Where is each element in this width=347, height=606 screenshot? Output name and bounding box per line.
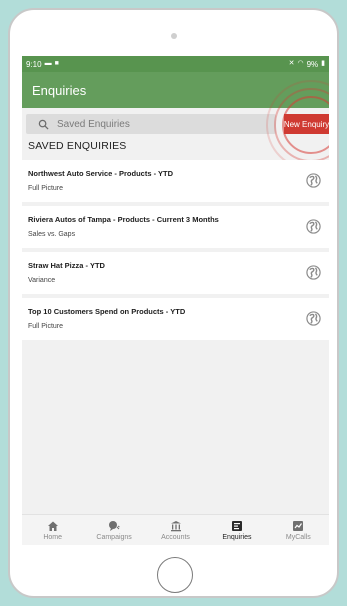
enquiry-list: Northwest Auto Service - Products - YTD … bbox=[22, 160, 329, 344]
tab-label: Enquiries bbox=[222, 533, 252, 541]
enquiry-subtitle: Variance bbox=[28, 277, 56, 284]
tab-label: MyCalls bbox=[285, 533, 311, 541]
enquiry-title: Northwest Auto Service - Products - YTD bbox=[28, 169, 174, 178]
tab-label: Home bbox=[43, 533, 63, 541]
notification-icon: ■ bbox=[54, 60, 59, 67]
image-icon: ▬ bbox=[44, 60, 52, 67]
section-title: SAVED ENQUIRIES bbox=[28, 140, 127, 152]
wifi-icon: ◠ bbox=[297, 60, 304, 67]
tab-label: Accounts bbox=[161, 533, 190, 541]
enquiry-subtitle: Sales vs. Gaps bbox=[28, 231, 76, 238]
enquiry-title: Riviera Autos of Tampa - Products - Curr… bbox=[28, 215, 219, 224]
bottom-tab-bar: Home Campaigns Accounts Enquiries MyCall… bbox=[22, 514, 329, 545]
search-bar[interactable] bbox=[26, 114, 276, 134]
search-icon bbox=[38, 119, 49, 130]
list-item[interactable]: Northwest Auto Service - Products - YTD … bbox=[22, 160, 329, 202]
battery-icon: ▮ bbox=[321, 60, 325, 67]
globe-icon[interactable] bbox=[306, 265, 321, 280]
search-input[interactable] bbox=[57, 118, 257, 130]
tablet-frame: 9:10 ▬ ■ ✕ ◠ 9% ▮ Enquiries New Enquiry bbox=[8, 8, 339, 598]
calls-icon bbox=[293, 520, 304, 531]
app-bar: Enquiries bbox=[22, 72, 329, 108]
globe-icon[interactable] bbox=[306, 173, 321, 188]
battery-level: 9% bbox=[306, 59, 319, 69]
tab-campaigns[interactable]: Campaigns bbox=[83, 515, 144, 545]
bank-icon bbox=[170, 520, 181, 531]
camera-dot bbox=[171, 33, 177, 39]
tab-accounts[interactable]: Accounts bbox=[145, 515, 206, 545]
mute-icon: ✕ bbox=[288, 60, 295, 67]
enquiries-icon bbox=[231, 520, 242, 531]
tab-mycalls[interactable]: MyCalls bbox=[268, 515, 329, 545]
globe-icon[interactable] bbox=[306, 311, 321, 326]
home-icon bbox=[47, 521, 58, 531]
app-screen: 9:10 ▬ ■ ✕ ◠ 9% ▮ Enquiries New Enquiry bbox=[22, 56, 329, 545]
tab-label: Campaigns bbox=[96, 533, 132, 541]
campaigns-icon bbox=[109, 520, 120, 531]
enquiry-subtitle: Full Picture bbox=[28, 323, 64, 330]
page-title: Enquiries bbox=[32, 82, 87, 98]
enquiry-subtitle: Full Picture bbox=[28, 185, 64, 192]
device-home-button[interactable] bbox=[157, 557, 193, 593]
enquiry-title: Straw Hat Pizza - YTD bbox=[28, 261, 105, 270]
globe-icon[interactable] bbox=[306, 219, 321, 234]
list-item[interactable]: Top 10 Customers Spend on Products - YTD… bbox=[22, 298, 329, 340]
status-time: 9:10 bbox=[26, 59, 42, 69]
new-enquiry-button[interactable]: New Enquiry bbox=[284, 114, 329, 134]
tab-enquiries[interactable]: Enquiries bbox=[206, 515, 267, 545]
list-item[interactable]: Riviera Autos of Tampa - Products - Curr… bbox=[22, 206, 329, 248]
enquiry-title: Top 10 Customers Spend on Products - YTD bbox=[28, 307, 186, 316]
tab-home[interactable]: Home bbox=[22, 515, 83, 545]
status-bar: 9:10 ▬ ■ ✕ ◠ 9% ▮ bbox=[22, 56, 329, 72]
list-item[interactable]: Straw Hat Pizza - YTD Variance bbox=[22, 252, 329, 294]
